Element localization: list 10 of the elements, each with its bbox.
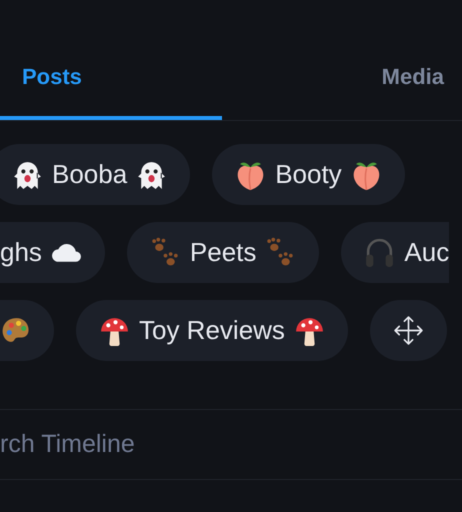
tag-chip[interactable]: Toy Reviews: [76, 300, 348, 361]
tag-chip[interactable]: Auc: [341, 222, 450, 283]
tab[interactable]: Posts: [0, 0, 222, 120]
tab[interactable]: Media: [222, 0, 462, 120]
tag-chip[interactable]: Peets: [126, 222, 320, 283]
tag-chip[interactable]: Booba: [0, 144, 190, 205]
tag-chip[interactable]: ghs: [0, 222, 105, 283]
tag-chip[interactable]: Booty: [212, 144, 405, 205]
move-icon: [392, 314, 425, 347]
search-field[interactable]: rch Timeline: [0, 430, 300, 459]
